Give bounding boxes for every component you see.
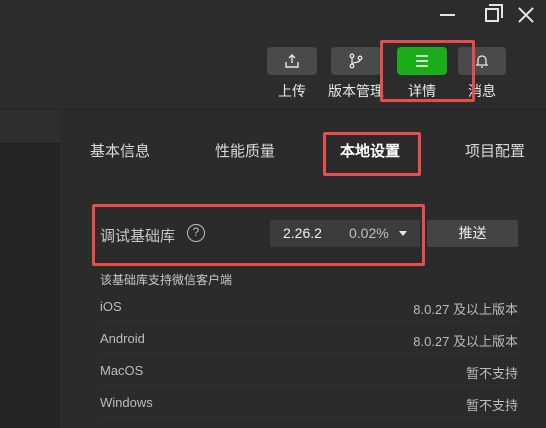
menu-icon — [397, 47, 447, 75]
list-item: MacOS 暂不支持 — [100, 354, 518, 386]
upload-button[interactable]: 上传 — [266, 47, 318, 101]
client-support: 8.0.27 及以上版本 — [413, 334, 518, 349]
upload-icon — [267, 47, 317, 75]
tab-project-config[interactable]: 项目配置 — [465, 140, 525, 161]
client-name: MacOS — [100, 363, 144, 378]
restore-icon[interactable] — [477, 0, 507, 30]
list-item: iOS 8.0.27 及以上版本 — [100, 290, 518, 322]
branch-icon — [331, 47, 381, 75]
left-panel-row — [0, 110, 60, 144]
list-item: Windows 暂不支持 — [100, 386, 518, 418]
title-bar — [0, 0, 546, 34]
push-button[interactable]: 推送 — [427, 220, 518, 247]
minimize-icon[interactable] — [433, 0, 463, 30]
left-panel — [0, 110, 60, 428]
tab-performance[interactable]: 性能质量 — [215, 140, 275, 161]
client-list: iOS 8.0.27 及以上版本 Android 8.0.27 及以上版本 Ma… — [100, 290, 518, 418]
version-button[interactable]: 版本管理 — [324, 47, 388, 101]
debug-lib-select[interactable]: 2.26.2 0.02% — [270, 220, 420, 247]
detail-button[interactable]: 详情 — [396, 47, 448, 101]
bell-icon — [458, 47, 506, 75]
client-support: 暂不支持 — [465, 366, 518, 381]
details-tabs: 基本信息 性能质量 本地设置 项目配置 — [60, 110, 546, 190]
message-label: 消息 — [468, 83, 496, 99]
client-support: 8.0.27 及以上版本 — [413, 302, 518, 317]
caret-down-icon — [399, 231, 407, 236]
debug-lib-row: 调试基础库 ? 2.26.2 0.02% 推送 — [100, 219, 518, 249]
support-title: 该基础库支持微信客户端 — [100, 273, 233, 287]
details-panel: 基本信息 性能质量 本地设置 项目配置 调试基础库 ? 2.26.2 0.02%… — [60, 110, 546, 428]
message-button[interactable]: 消息 — [456, 47, 508, 101]
client-support: 暂不支持 — [465, 398, 518, 413]
client-name: Windows — [100, 395, 153, 410]
toolbar: 上传 版本管理 详情 消息 — [0, 34, 546, 110]
detail-label: 详情 — [408, 83, 436, 99]
tab-basic-info[interactable]: 基本信息 — [90, 140, 150, 161]
lib-version: 2.26.2 — [283, 225, 322, 241]
list-item: Android 8.0.27 及以上版本 — [100, 322, 518, 354]
debug-lib-label: 调试基础库 — [100, 228, 176, 245]
help-icon[interactable]: ? — [187, 224, 205, 242]
client-name: iOS — [100, 299, 122, 314]
upload-label: 上传 — [278, 83, 306, 99]
client-name: Android — [100, 331, 145, 346]
version-label: 版本管理 — [328, 83, 384, 99]
lib-usage-percent: 0.02% — [349, 225, 389, 241]
close-icon[interactable] — [510, 0, 540, 30]
tab-local-settings[interactable]: 本地设置 — [340, 140, 400, 161]
